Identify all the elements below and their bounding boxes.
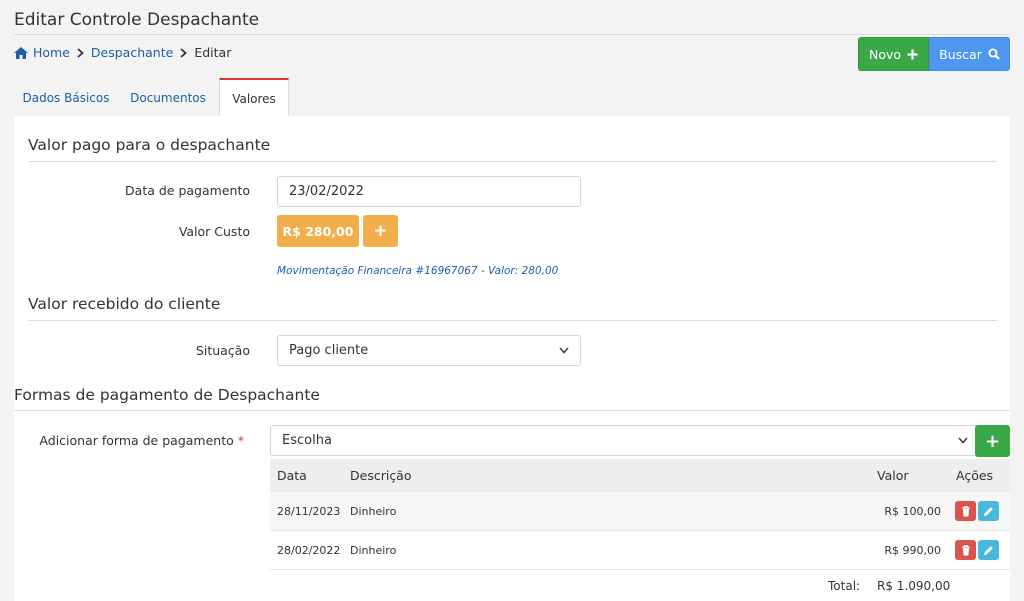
page-title: Editar Controle Despachante bbox=[14, 10, 260, 30]
tab-valores[interactable]: Valores bbox=[219, 78, 289, 117]
total-value: R$ 1.090,00 bbox=[877, 578, 951, 593]
total-label: Total: bbox=[828, 578, 861, 593]
add-payment-label-text: Adicionar forma de pagamento bbox=[39, 433, 234, 448]
tab-documentos[interactable]: Documentos bbox=[118, 78, 218, 117]
search-button-label: Buscar bbox=[939, 46, 982, 62]
payment-method-select[interactable]: Escolha bbox=[270, 425, 980, 456]
row-description: Dinheiro bbox=[350, 543, 397, 557]
payment-date-input[interactable]: 23/02/2022 bbox=[277, 176, 581, 207]
pencil-icon bbox=[983, 506, 994, 517]
column-header-data: Data bbox=[277, 468, 307, 483]
section-divider bbox=[28, 161, 997, 162]
status-select[interactable]: Pago cliente bbox=[277, 335, 581, 366]
row-value: R$ 990,00 bbox=[884, 543, 941, 557]
payments-table: Data Descrição Valor Ações 28/11/2023 Di… bbox=[270, 459, 1010, 570]
new-button-label: Novo bbox=[868, 46, 902, 62]
search-button[interactable]: Buscar bbox=[929, 37, 1010, 71]
trash-icon bbox=[961, 544, 971, 556]
section-title-payments: Formas de pagamento de Despachante bbox=[14, 386, 320, 404]
payment-method-selected: Escolha bbox=[282, 433, 332, 448]
financial-movement-link[interactable]: Movimentação Financeira #16967067 - Valo… bbox=[277, 265, 558, 277]
payment-date-value: 23/02/2022 bbox=[289, 184, 364, 199]
title-divider bbox=[14, 34, 1010, 35]
delete-button[interactable] bbox=[955, 501, 976, 521]
row-date: 28/11/2023 bbox=[277, 504, 341, 518]
plus-icon bbox=[907, 49, 918, 60]
tab-dados-basicos[interactable]: Dados Básicos bbox=[14, 78, 118, 117]
status-selected-value: Pago cliente bbox=[289, 343, 369, 358]
chevron-down-icon bbox=[559, 347, 569, 354]
breadcrumb-despachante-link[interactable]: Despachante bbox=[91, 45, 173, 60]
payment-date-label: Data de pagamento bbox=[125, 183, 250, 198]
column-header-descricao: Descrição bbox=[350, 468, 412, 483]
section-title-received: Valor recebido do cliente bbox=[28, 295, 221, 313]
row-value: R$ 100,00 bbox=[884, 504, 941, 518]
table-row: 28/02/2022 Dinheiro R$ 990,00 bbox=[270, 531, 1010, 570]
status-label: Situação bbox=[195, 343, 250, 358]
table-row: 28/11/2023 Dinheiro R$ 100,00 bbox=[270, 492, 1010, 531]
home-icon[interactable] bbox=[14, 46, 28, 59]
cost-value-label: Valor Custo bbox=[178, 224, 250, 239]
add-cost-button[interactable]: + bbox=[363, 215, 398, 247]
add-payment-label: Adicionar forma de pagamento * bbox=[30, 433, 244, 448]
new-button[interactable]: Novo bbox=[858, 37, 929, 71]
delete-button[interactable] bbox=[955, 540, 976, 560]
column-header-valor: Valor bbox=[877, 468, 909, 483]
trash-icon bbox=[961, 505, 971, 517]
column-header-acoes: Ações bbox=[956, 468, 994, 483]
table-header: Data Descrição Valor Ações bbox=[270, 459, 1010, 492]
section-divider bbox=[14, 410, 1010, 411]
edit-button[interactable] bbox=[978, 501, 999, 521]
chevron-right-icon bbox=[180, 47, 188, 58]
tab-bar: Dados Básicos Documentos Valores bbox=[14, 78, 289, 117]
search-icon bbox=[988, 48, 1000, 60]
breadcrumb-current: Editar bbox=[194, 45, 232, 60]
required-mark: * bbox=[237, 433, 244, 448]
section-title-paid: Valor pago para o despachante bbox=[28, 136, 271, 154]
add-payment-method-button[interactable]: + bbox=[975, 425, 1010, 457]
cost-value-button[interactable]: R$ 280,00 bbox=[277, 215, 359, 247]
breadcrumb: Home Despachante Editar bbox=[14, 45, 231, 60]
pencil-icon bbox=[983, 545, 994, 556]
row-description: Dinheiro bbox=[350, 504, 397, 518]
chevron-down-icon bbox=[958, 437, 968, 444]
chevron-right-icon bbox=[77, 47, 84, 58]
breadcrumb-home-link[interactable]: Home bbox=[33, 45, 70, 60]
edit-button[interactable] bbox=[978, 540, 999, 560]
section-divider bbox=[28, 320, 997, 321]
row-date: 28/02/2022 bbox=[277, 543, 341, 557]
